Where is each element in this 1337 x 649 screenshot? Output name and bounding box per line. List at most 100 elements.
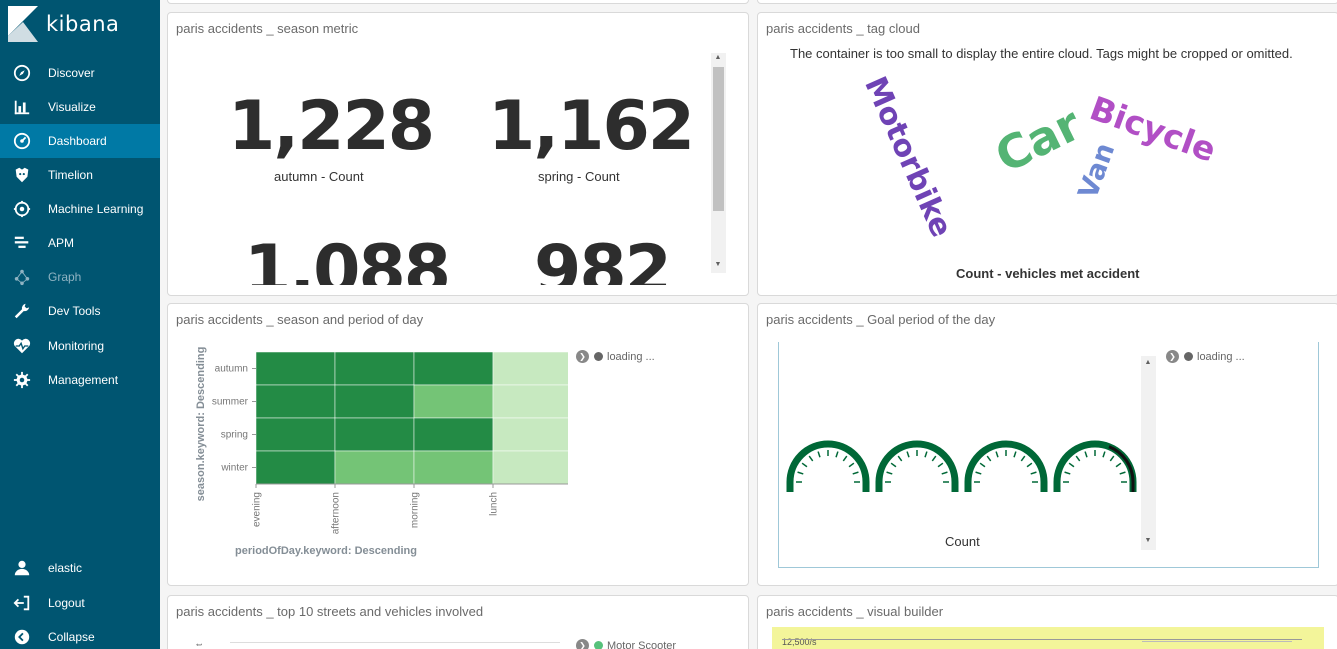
x-tick-label: morning — [410, 492, 421, 528]
heatmap-cell[interactable] — [334, 450, 415, 485]
scroll-up-icon[interactable]: ▲ — [711, 54, 725, 61]
heatmap-cell[interactable] — [492, 417, 568, 452]
sidebar-item-dev-tools[interactable]: Dev Tools — [0, 294, 160, 328]
app-name: kibana — [46, 12, 120, 36]
sidebar-item-graph[interactable]: Graph — [0, 260, 160, 294]
x-tick-label: afternoon — [331, 492, 342, 534]
sidebar-item-management[interactable]: Management — [0, 363, 160, 397]
sidebar-item-label: APM — [48, 236, 75, 250]
heatmap-cell[interactable] — [492, 384, 568, 419]
legend-toggle-icon[interactable]: ❯ — [1166, 350, 1179, 363]
legend-toggle-icon[interactable]: ❯ — [576, 350, 589, 363]
sidebar-item-label: elastic — [48, 561, 83, 575]
timelion-icon — [12, 165, 32, 185]
compass-icon — [12, 63, 32, 83]
panel-title: paris accidents _ Goal period of the day — [766, 312, 996, 327]
legend-toggle-icon[interactable]: ❯ — [576, 639, 589, 649]
heatmap-cell[interactable] — [413, 417, 494, 452]
heatmap-cell[interactable] — [255, 450, 336, 485]
gear-icon — [12, 370, 32, 390]
sidebar-item-visualize[interactable]: Visualize — [0, 90, 160, 124]
sidebar-item-collapse[interactable]: Collapse — [0, 620, 160, 649]
kibana-logo[interactable]: kibana — [8, 6, 119, 42]
axis-fragment: t — [194, 643, 204, 646]
legend-dot — [1184, 352, 1193, 361]
heatmap-cell[interactable] — [413, 351, 494, 386]
sidebar-item-label: Visualize — [48, 100, 96, 114]
panel-top-left-cut — [167, 0, 749, 4]
gauge[interactable] — [964, 440, 1048, 492]
heatmap-cell[interactable] — [413, 384, 494, 419]
sidebar-item-label: Discover — [48, 66, 95, 80]
y-tick-label: autumn — [215, 364, 248, 375]
scroll-down-icon[interactable]: ▼ — [1141, 537, 1155, 544]
gauge-value-arc — [1108, 445, 1135, 492]
tag-word[interactable]: Car — [987, 97, 1089, 184]
metric-label: spring - Count — [538, 169, 620, 184]
heatmap-cell[interactable] — [255, 417, 336, 452]
heatmap-legend[interactable]: ❯ loading ... — [576, 350, 655, 363]
cloud-label: Count - vehicles met accident — [956, 266, 1140, 281]
heatmap-cell[interactable] — [255, 384, 336, 419]
metric-value: 1,162 — [488, 87, 695, 166]
metric-scrollbar[interactable]: ▲ ▼ — [711, 53, 726, 273]
heatmap-cell[interactable] — [492, 450, 568, 485]
y-tick-label: winter — [220, 463, 248, 474]
sidebar-item-timelion[interactable]: Timelion — [0, 158, 160, 192]
legend-dot — [594, 352, 603, 361]
bar-chart-icon — [12, 97, 32, 117]
heatmap-cell[interactable] — [334, 417, 415, 452]
gauge[interactable] — [875, 440, 959, 492]
user-icon — [12, 558, 32, 578]
legend-label: loading ... — [1197, 350, 1245, 363]
panel-title: paris accidents _ season metric — [176, 21, 359, 36]
cloud-warning: The container is too small to display th… — [790, 46, 1293, 61]
sidebar: kibana Discover Visualize Dashboard Time… — [0, 0, 160, 649]
streets-legend[interactable]: ❯ Motor Scooter — [576, 639, 676, 649]
graph-icon — [12, 267, 32, 287]
heatmap-cell[interactable] — [255, 351, 336, 386]
legend-label: Motor Scooter — [607, 639, 677, 649]
goal-legend[interactable]: ❯ loading ... — [1166, 350, 1245, 363]
sidebar-item-dashboard[interactable]: Dashboard — [0, 124, 160, 158]
sidebar-item-label: Monitoring — [48, 339, 105, 353]
metric-value: 1,228 — [228, 87, 435, 166]
gauge[interactable] — [1053, 440, 1137, 492]
sidebar-item-label: Machine Learning — [48, 202, 144, 216]
metric-value: 982 — [534, 231, 672, 285]
panel-title: paris accidents _ top 10 streets and veh… — [176, 604, 484, 619]
heatmap-cell[interactable] — [413, 450, 494, 485]
sidebar-item-logout[interactable]: Logout — [0, 586, 160, 620]
legend-dot — [594, 641, 603, 649]
sidebar-item-label: Logout — [48, 596, 85, 610]
heatmap-cell[interactable] — [334, 384, 415, 419]
panel-streets: paris accidents _ top 10 streets and veh… — [167, 595, 749, 649]
gauge[interactable] — [786, 440, 870, 492]
goal-scrollbar[interactable]: ▲ ▼ — [1141, 356, 1156, 550]
y-axis-title: season.keyword: Descending — [195, 347, 207, 502]
sidebar-item-label: Collapse — [48, 630, 95, 644]
scroll-up-icon[interactable]: ▲ — [1141, 359, 1155, 366]
sidebar-item-label: Dashboard — [48, 134, 107, 148]
scrollbar-thumb[interactable] — [713, 67, 724, 211]
sidebar-item-machine-learning[interactable]: Machine Learning — [0, 192, 160, 226]
heatmap-cell[interactable] — [334, 351, 415, 386]
metric-label: autumn - Count — [274, 169, 364, 184]
y-tick-label: summer — [212, 397, 249, 408]
kibana-logo-icon — [8, 6, 38, 42]
wrench-icon — [12, 301, 32, 321]
sidebar-item-label: Management — [48, 373, 119, 387]
scroll-down-icon[interactable]: ▼ — [711, 261, 725, 268]
sidebar-item-user[interactable]: elastic — [0, 551, 160, 585]
sidebar-item-monitoring[interactable]: Monitoring — [0, 329, 160, 363]
grid-line — [230, 642, 560, 643]
sidebar-item-apm[interactable]: APM — [0, 226, 160, 260]
dashboard-icon — [12, 131, 32, 151]
sidebar-item-discover[interactable]: Discover — [0, 56, 160, 90]
panel-heatmap: paris accidents _ season and period of d… — [167, 303, 749, 586]
panel-goal: paris accidents _ Goal period of the day… — [757, 303, 1337, 586]
machine-learning-icon — [12, 199, 32, 219]
heatmap-cell[interactable] — [492, 351, 568, 386]
panel-top-right-cut — [757, 0, 1337, 4]
tag-word[interactable]: Motorbike — [857, 72, 959, 243]
